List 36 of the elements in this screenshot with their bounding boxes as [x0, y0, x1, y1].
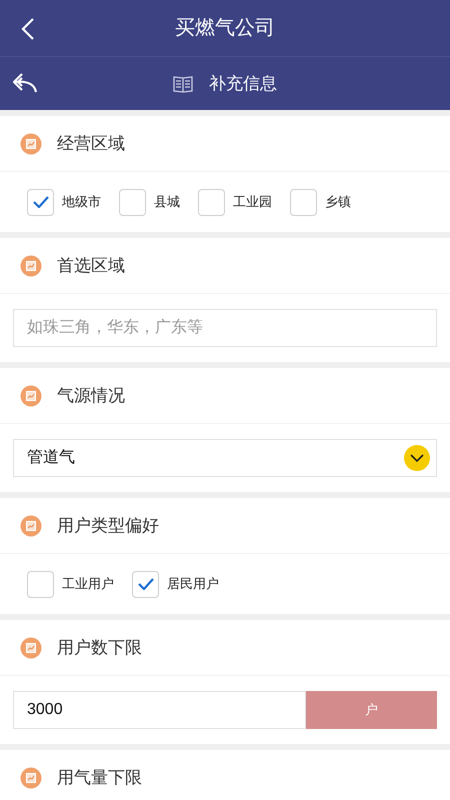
form-icon — [20, 514, 42, 536]
section-title: 补充信息 — [209, 72, 277, 95]
number-field[interactable]: 3000 — [13, 691, 306, 729]
book-icon — [173, 74, 193, 92]
unit-label: 户 — [306, 691, 437, 729]
return-icon[interactable] — [12, 72, 38, 94]
checkbox-label: 工业用户 — [62, 575, 114, 594]
checkbox[interactable] — [198, 188, 225, 216]
checkmark-icon — [138, 578, 154, 590]
form-icon — [20, 132, 42, 154]
input-field[interactable]: 如珠三角，华东，广东等 — [13, 309, 437, 347]
checkbox-label: 乡镇 — [325, 193, 351, 212]
checkbox[interactable] — [27, 188, 54, 216]
field-label: 用气量下限 — [57, 766, 142, 789]
checkbox[interactable] — [119, 188, 146, 216]
page-title: 买燃气公司 — [175, 16, 275, 41]
field-label: 气源情况 — [57, 384, 125, 407]
back-icon — [21, 17, 35, 41]
checkbox-label: 工业园 — [233, 193, 272, 212]
field-label: 经营区域 — [57, 132, 125, 155]
field-label: 用户类型偏好 — [57, 514, 159, 537]
checkbox[interactable] — [290, 188, 317, 216]
chevron-down-icon — [404, 445, 430, 471]
field-label: 首选区域 — [57, 254, 125, 277]
form-icon — [20, 766, 42, 788]
checkbox-label: 居民用户 — [167, 575, 219, 594]
form-icon — [20, 384, 42, 406]
checkbox-label: 地级市 — [62, 193, 101, 212]
checkbox-label: 县城 — [154, 193, 180, 212]
checkbox[interactable] — [132, 570, 159, 598]
dropdown[interactable]: 管道气 — [13, 439, 437, 477]
form-icon — [20, 636, 42, 658]
checkbox[interactable] — [27, 570, 54, 598]
field-label: 用户数下限 — [57, 636, 142, 659]
checkmark-icon — [32, 196, 48, 208]
form-icon — [20, 254, 42, 276]
